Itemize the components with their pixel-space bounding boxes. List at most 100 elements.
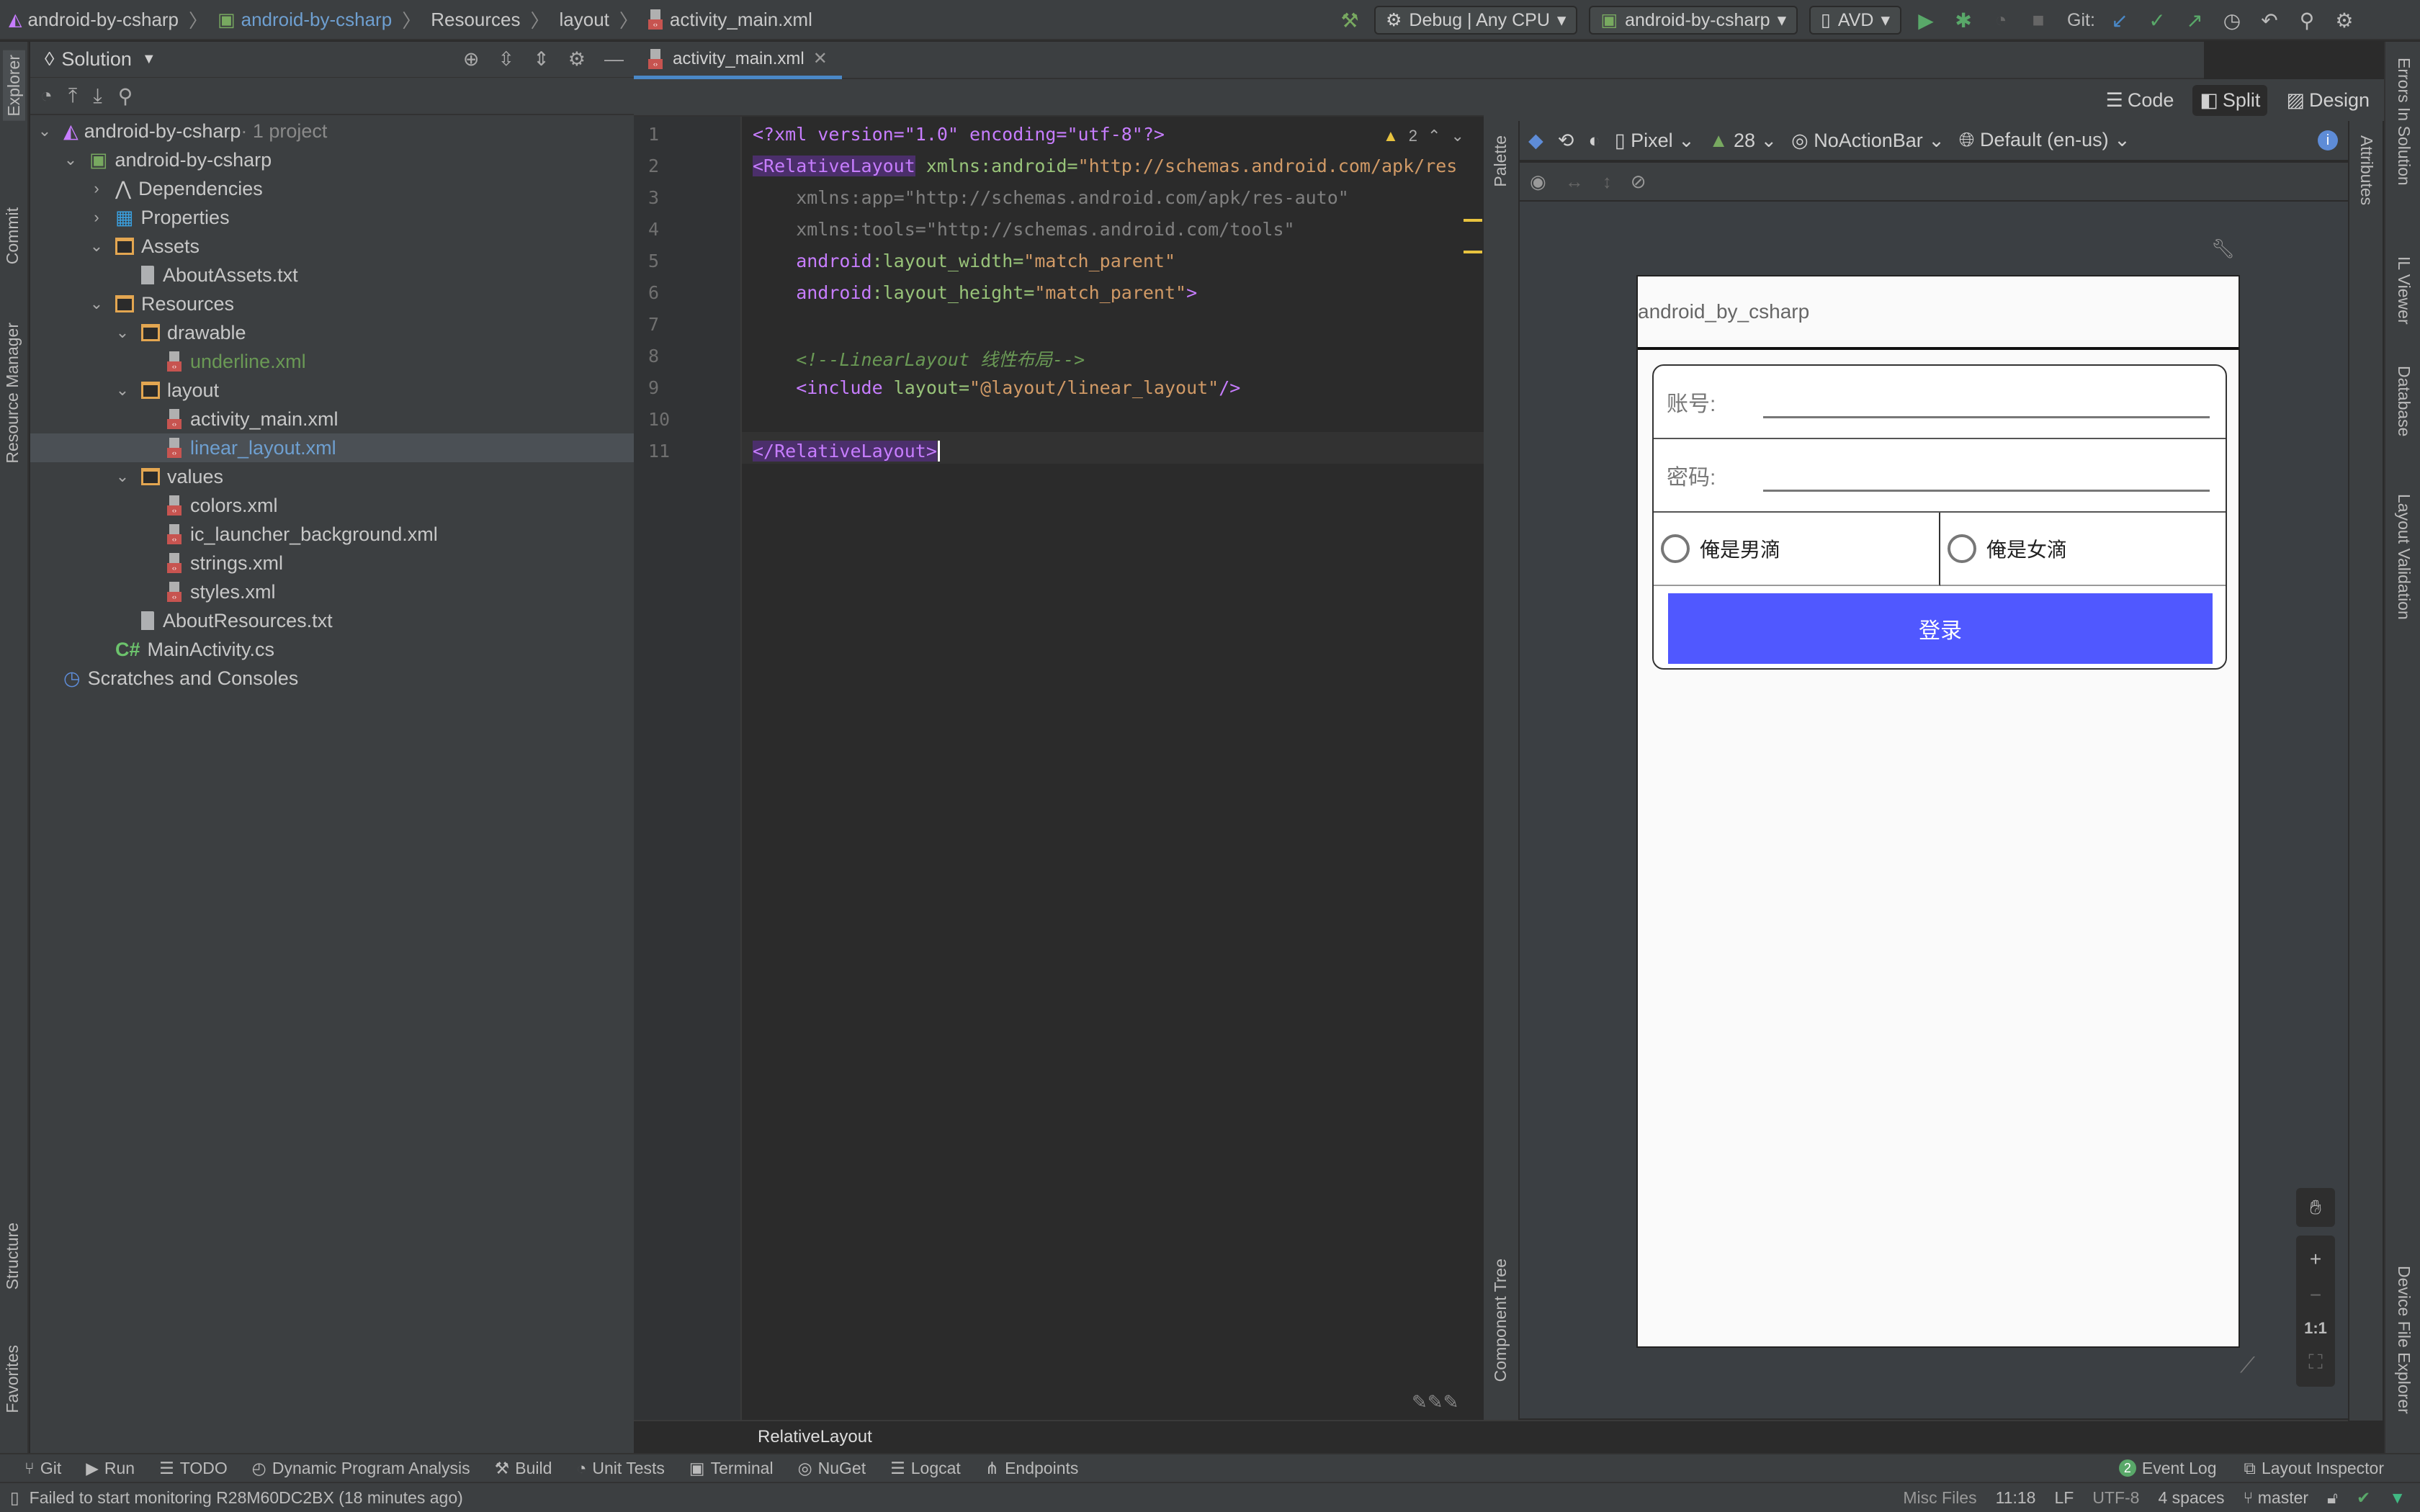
autoconnect-icon[interactable]: ⊘ [1631,171,1646,193]
reader-mode-icon[interactable]: ✎✎✎ [1412,1391,1458,1413]
show-all-files-icon[interactable]: ◔ [40,84,53,107]
tool-window-nuget[interactable]: ◎ NuGet [798,1459,866,1478]
layout-inspector-button[interactable]: ⧉ Layout Inspector [2244,1459,2385,1478]
chevron-down-icon[interactable]: ⌄ [37,122,52,140]
tree-item[interactable]: ⌄ Assets [30,232,634,261]
tree-item[interactable]: ‹› strings.xml [30,549,634,577]
tree-item[interactable]: ⌄ layout [30,376,634,405]
explorer-title-dropdown[interactable]: Solution [61,48,132,71]
search-icon[interactable]: ⚲ [2294,7,2320,33]
git-push-icon[interactable]: ↗ [2182,7,2208,33]
code-editor[interactable]: 1 2 3 4 5 6 7 8 9 10 11 <?xml version="1.0" encodi… [634,117,1484,1420]
tree-item[interactable]: › ⋀ Dependencies [30,174,634,203]
vertical-constraint-icon[interactable]: ↕ [1603,171,1612,193]
breadcrumb-project[interactable]: android-by-csharp [241,9,393,31]
scroll-down-icon[interactable]: ⤓ [93,84,102,108]
tree-item[interactable]: ⌄ ◭ android-by-csharp · 1 project [30,117,634,145]
tree-item[interactable]: AboutAssets.txt [30,261,634,289]
next-issue-icon[interactable]: ⌄ [1451,127,1464,145]
tab-device-file-explorer[interactable]: Device File Explorer [2394,1266,2414,1414]
history-icon[interactable]: ◷ [2219,7,2245,33]
breadcrumb-solution[interactable]: android-by-csharp [27,9,179,31]
chevron-down-icon[interactable]: ⌄ [115,467,130,486]
resize-handle-icon[interactable]: ⟋ [2240,1354,2255,1378]
chevron-right-icon[interactable]: › [89,208,104,227]
tool-window-todo[interactable]: ☰ TODO [159,1459,228,1478]
code-view-button[interactable]: ☰ Code [2099,85,2182,116]
design-view-button[interactable]: ▨ Design [2279,85,2377,116]
night-mode-icon[interactable]: ◐ [1588,130,1600,152]
tab-il-viewer[interactable]: IL Viewer [2394,256,2414,325]
tab-layout-validation[interactable]: Layout Validation [2394,494,2414,620]
chevron-down-icon[interactable]: ⌄ [63,150,78,169]
tab-errors-in-solution[interactable]: Errors In Solution [2394,58,2414,186]
tree-item[interactable]: C# MainActivity.cs [30,635,634,664]
split-view-button[interactable]: ◧ Split [2192,84,2268,116]
tab-attributes[interactable]: Attributes [2357,135,2376,205]
tree-item[interactable]: AboutResources.txt [30,606,634,635]
locate-icon[interactable]: ⊕ [463,48,480,71]
radio-female[interactable]: 俺是女滴 [1940,513,2226,586]
chevron-down-icon[interactable]: ⌄ [89,294,104,313]
chevron-down-icon[interactable]: ▼ [142,51,156,68]
api-selector[interactable]: ▲ 28 ⌄ [1709,130,1777,152]
tree-item[interactable]: ‹› colors.xml [30,491,634,520]
chevron-right-icon[interactable]: › [89,179,104,198]
status-context[interactable]: Misc Files [1903,1488,1976,1508]
build-hammer-icon[interactable]: ⚒ [1337,7,1363,33]
git-branch[interactable]: ⑂ master [2244,1488,2309,1508]
tab-favorites[interactable]: Favorites [3,1345,22,1413]
expand-all-icon[interactable]: ⇳ [498,48,515,71]
stop-icon[interactable]: ■ [2025,7,2051,33]
chevron-down-icon[interactable]: ⌄ [115,381,130,400]
tab-resource-manager[interactable]: Resource Manager [3,323,22,464]
login-button[interactable]: 登录 [1668,593,2213,664]
caret-position[interactable]: 11:18 [1996,1488,2036,1508]
radio-male[interactable]: 俺是男滴 [1654,513,1940,586]
status-message[interactable]: Failed to start monitoring R28M60DC2BX (… [30,1488,463,1508]
tree-item[interactable]: ⌄ ▣ android-by-csharp [30,145,634,174]
wrench-icon[interactable]: 🔧︎ [2211,238,2235,260]
tree-item[interactable]: ⌄ values [30,462,634,491]
tool-window-unit-tests[interactable]: ◔ Unit Tests [576,1459,664,1478]
tool-window-build[interactable]: ⚒ Build [495,1459,552,1478]
tool-window-git[interactable]: ⑂ Git [24,1459,61,1478]
tree-item[interactable]: ‹› styles.xml [30,577,634,606]
warning-marker[interactable] [1464,219,1482,222]
tool-window-dynamic-program-analysis[interactable]: ◴ Dynamic Program Analysis [252,1459,470,1478]
tool-window-logcat[interactable]: ☰ Logcat [890,1459,961,1478]
tab-palette[interactable]: Palette [1491,135,1510,187]
tab-structure[interactable]: Structure [3,1223,22,1290]
zoom-out-icon[interactable]: − [2310,1284,2321,1307]
lock-icon[interactable]: 🔓︎ [2327,1488,2338,1508]
breadcrumb-layout[interactable]: layout [560,9,609,31]
zoom-in-icon[interactable]: + [2310,1248,2321,1271]
file-encoding[interactable]: UTF-8 [2092,1488,2139,1508]
tab-database[interactable]: Database [2394,366,2414,436]
device-dropdown[interactable]: ▯ AVD ▾ [1809,6,1902,35]
minimize-icon[interactable]: — [604,48,624,71]
breadcrumb-file[interactable]: activity_main.xml [670,9,812,31]
inspection-widget[interactable]: ▲ 2 ⌃ ⌄ [1383,127,1464,145]
tree-item[interactable]: › ▦ Properties [30,203,634,232]
tree-item[interactable]: ‹› ic_launcher_background.xml [30,520,634,549]
account-input[interactable] [1763,416,2210,418]
breadcrumb-resources[interactable]: Resources [431,9,520,31]
tree-item[interactable]: ‹› activity_main.xml [30,405,634,433]
settings-gear-icon[interactable]: ⚙ [2331,7,2357,33]
tool-window-endpoints[interactable]: ⋔ Endpoints [985,1459,1079,1478]
debug-icon[interactable]: ✱ [1950,7,1976,33]
editor-breadcrumb-item[interactable]: RelativeLayout [758,1427,872,1447]
chevron-down-icon[interactable]: ⌄ [89,237,104,256]
info-icon[interactable]: i [2318,130,2338,150]
tree-item[interactable]: ◷ Scratches and Consoles [30,664,634,693]
rollback-icon[interactable]: ↶ [2257,7,2282,33]
pan-button[interactable]: ✋︎ [2296,1188,2335,1227]
view-options-icon[interactable]: ◉ [1530,171,1546,193]
project-dropdown[interactable]: ▣ android-by-csharp ▾ [1589,6,1798,35]
collapse-all-icon[interactable]: ⇕ [533,48,550,71]
run-icon[interactable]: ▶ [1913,7,1939,33]
password-input[interactable] [1763,490,2210,492]
theme-selector[interactable]: ◎ NoActionBar ⌄ [1791,130,1945,152]
tree-item[interactable]: ‹› linear_layout.xml [30,433,634,462]
